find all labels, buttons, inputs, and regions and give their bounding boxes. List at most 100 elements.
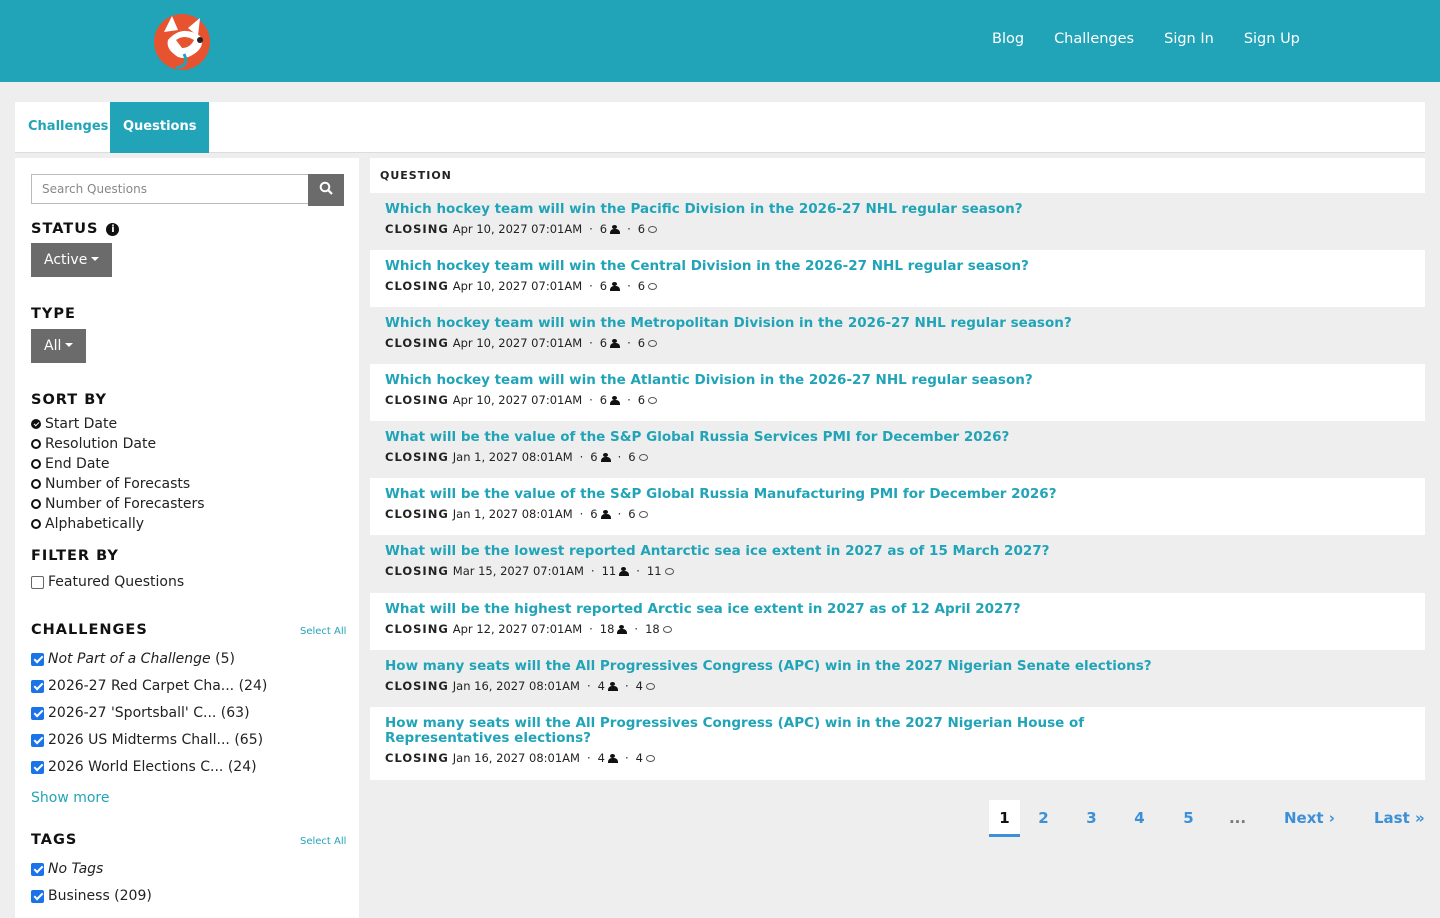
page-5-button[interactable]: 5 (1173, 800, 1204, 837)
checkbox-label: Featured Questions (48, 574, 185, 590)
tag-filter-item[interactable]: No Tags (31, 859, 103, 879)
forecasters-icon (619, 566, 630, 576)
question-meta: CLOSING Jan 1, 2027 08:01AM · 6 · 6 (385, 507, 1410, 521)
checkbox-checked-icon (31, 652, 44, 666)
question-row: Which hockey team will win the Pacific D… (370, 193, 1425, 250)
comment-icon (645, 754, 655, 762)
comment-icon (638, 453, 648, 461)
search-input[interactable] (31, 174, 309, 204)
comment-icon (638, 510, 648, 518)
sort-heading: SORT BY (31, 392, 107, 408)
nav-sign-up-link[interactable]: Sign Up (1244, 31, 1300, 47)
fox-logo-icon[interactable] (154, 10, 214, 72)
question-title-link[interactable]: Which hockey team will win the Pacific D… (385, 202, 1165, 217)
search-button[interactable] (308, 174, 344, 206)
tab-questions[interactable]: Questions (110, 102, 210, 153)
comment-icon (664, 567, 674, 575)
forecasters-icon (607, 681, 618, 691)
challenges-select-all-link[interactable]: Select All (300, 626, 346, 637)
type-heading: TYPE (31, 306, 76, 322)
closing-date: Mar 15, 2027 07:01AM (452, 564, 584, 578)
challenge-filter-item[interactable]: 2026-27 Red Carpet Cha... (24) (31, 676, 267, 696)
comment-icon (645, 682, 655, 690)
closing-label: CLOSING (385, 222, 449, 236)
page-4-button[interactable]: 4 (1124, 800, 1155, 837)
status-heading-label: STATUS (31, 221, 99, 237)
challenge-count: (24) (227, 759, 257, 775)
sort-option-label: Number of Forecasters (45, 496, 205, 512)
challenge-label: 2026 US Midterms Chall... (48, 732, 230, 748)
closing-label: CLOSING (385, 450, 449, 464)
challenge-count: (24) (238, 678, 268, 694)
question-title-link[interactable]: Which hockey team will win the Atlantic … (385, 373, 1165, 388)
tag-filter-item[interactable]: Business (209) (31, 886, 152, 906)
status-dropdown[interactable]: Active (31, 243, 113, 277)
type-dropdown[interactable]: All (31, 329, 87, 363)
challenge-count: (65) (234, 732, 264, 748)
sort-option-label: Start Date (45, 416, 118, 432)
next-page-button[interactable]: Next › (1284, 800, 1335, 837)
forecasters-icon (610, 338, 621, 348)
question-title-link[interactable]: How many seats will the All Progressives… (385, 659, 1165, 674)
show-more-link[interactable]: Show more (31, 790, 110, 806)
status-heading: STATUS i (31, 221, 120, 237)
challenge-label: 2026-27 Red Carpet Cha... (48, 678, 235, 694)
nav-sign-in-link[interactable]: Sign In (1164, 31, 1214, 47)
challenge-filter-item[interactable]: Not Part of a Challenge (5) (31, 649, 235, 669)
question-title-link[interactable]: What will be the lowest reported Antarct… (385, 544, 1165, 559)
comment-count: 11 (646, 564, 662, 578)
caret-down-icon (65, 343, 74, 347)
top-nav-links: Blog Challenges Sign In Sign Up (992, 31, 1330, 47)
forecaster-count: 4 (597, 679, 605, 693)
comment-count: 6 (637, 336, 646, 350)
featured-questions-checkbox[interactable]: Featured Questions (31, 572, 184, 592)
question-title-link[interactable]: How many seats will the All Progressives… (385, 716, 1165, 746)
tags-select-all-link[interactable]: Select All (300, 836, 346, 847)
last-page-button[interactable]: Last » (1374, 800, 1425, 837)
forecaster-count: 6 (590, 450, 598, 464)
nav-challenges-link[interactable]: Challenges (1054, 31, 1134, 47)
challenge-filter-item[interactable]: 2026-27 'Sportsball' C... (63) (31, 703, 250, 723)
tab-challenges[interactable]: Challenges (15, 102, 121, 153)
comment-count: 6 (628, 450, 636, 464)
page-1-button[interactable]: 1 (989, 800, 1020, 837)
challenge-filter-item[interactable]: 2026 World Elections C... (24) (31, 757, 257, 777)
question-title-link[interactable]: What will be the value of the S&P Global… (385, 430, 1165, 445)
forecaster-count: 6 (599, 336, 608, 350)
comment-count: 6 (637, 222, 646, 236)
closing-label: CLOSING (385, 336, 449, 350)
sort-option-label: Alphabetically (45, 516, 145, 532)
page-2-button[interactable]: 2 (1028, 800, 1059, 837)
sort-option-forecasts[interactable]: Number of Forecasts (31, 474, 205, 494)
sort-option-end-date[interactable]: End Date (31, 454, 205, 474)
question-title-link[interactable]: What will be the value of the S&P Global… (385, 487, 1165, 502)
tag-label: Business (209) (48, 888, 152, 904)
question-row: What will be the value of the S&P Global… (370, 421, 1425, 478)
comment-count: 6 (637, 393, 646, 407)
page-ellipsis: ... (1228, 809, 1247, 827)
question-title-link[interactable]: What will be the highest reported Arctic… (385, 602, 1165, 617)
closing-label: CLOSING (385, 679, 449, 693)
sort-option-start-date[interactable]: Start Date (31, 414, 205, 434)
comment-icon (648, 225, 658, 233)
forecasters-icon (607, 753, 618, 763)
closing-label: CLOSING (385, 507, 449, 521)
question-title-link[interactable]: Which hockey team will win the Metropoli… (385, 316, 1165, 331)
sort-option-forecasters[interactable]: Number of Forecasters (31, 494, 205, 514)
sort-option-resolution-date[interactable]: Resolution Date (31, 434, 205, 454)
nav-blog-link[interactable]: Blog (992, 31, 1024, 47)
checkbox-checked-icon (31, 706, 44, 720)
sort-option-label: End Date (45, 456, 110, 472)
question-meta: CLOSING Apr 12, 2027 07:01AM · 18 · 18 (385, 622, 1410, 636)
question-row: Which hockey team will win the Central D… (370, 250, 1425, 307)
sort-option-alphabetically[interactable]: Alphabetically (31, 514, 205, 534)
question-title-link[interactable]: Which hockey team will win the Central D… (385, 259, 1165, 274)
radio-icon (31, 519, 41, 529)
closing-date: Jan 16, 2027 08:01AM (452, 751, 580, 765)
info-icon[interactable]: i (106, 223, 120, 236)
challenge-filter-item[interactable]: 2026 US Midterms Chall... (65) (31, 730, 263, 750)
search-box (31, 174, 344, 206)
forecasters-icon (600, 509, 611, 519)
page-3-button[interactable]: 3 (1076, 800, 1107, 837)
tags-heading: TAGS (31, 832, 78, 848)
